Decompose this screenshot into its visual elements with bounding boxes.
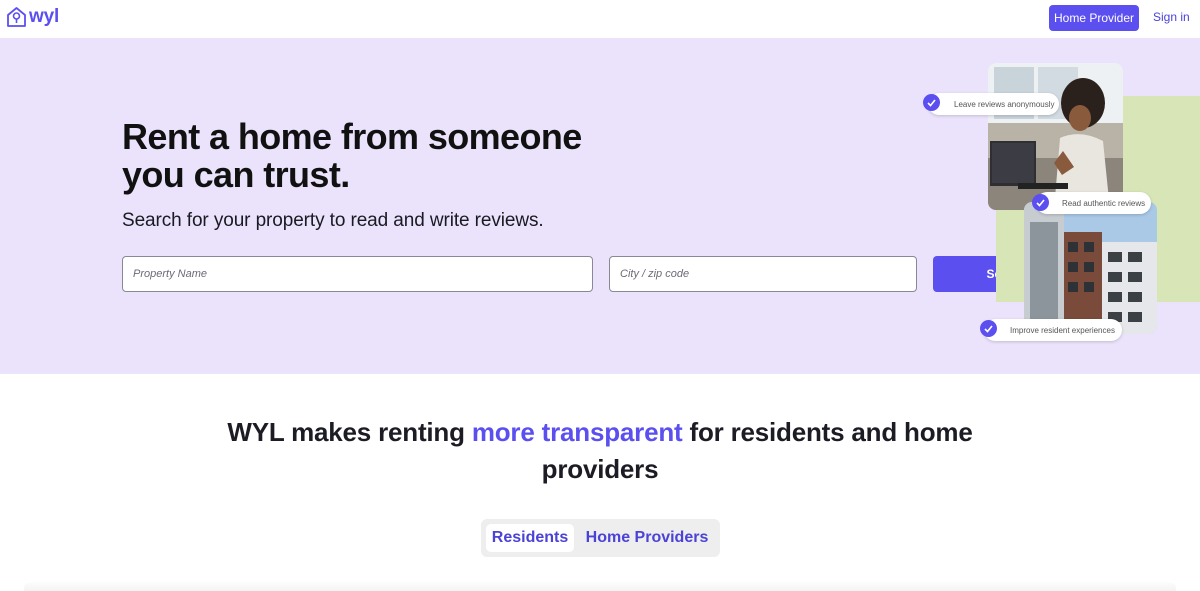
tab-residents[interactable]: Residents xyxy=(486,524,574,552)
badge-leave-reviews: Leave reviews anonymously xyxy=(928,93,1059,115)
badge-label: Read authentic reviews xyxy=(1062,198,1146,208)
badge-improve-experiences: Improve resident experiences xyxy=(984,319,1122,341)
badge-label: Leave reviews anonymously xyxy=(954,99,1055,109)
sign-in-link[interactable]: Sign in xyxy=(1153,10,1190,24)
hero-title: Rent a home from someone you can trust. xyxy=(122,116,582,195)
hero-section: Rent a home from someone you can trust. … xyxy=(0,38,1200,374)
photo-woman-laptop xyxy=(988,63,1123,210)
home-provider-button[interactable]: Home Provider xyxy=(1049,5,1139,31)
city-zip-input[interactable] xyxy=(609,256,917,292)
logo-text: wyl xyxy=(29,6,60,27)
section-title-accent: more transparent xyxy=(471,417,683,447)
check-icon xyxy=(1032,194,1049,211)
badge-read-reviews: Read authentic reviews xyxy=(1036,192,1151,214)
photo-buildings xyxy=(1024,202,1157,334)
property-name-input[interactable] xyxy=(122,256,593,292)
badge-label: Improve resident experiences xyxy=(1010,325,1115,335)
check-icon xyxy=(923,94,940,111)
section-title-start: WYL makes renting xyxy=(227,417,472,447)
next-section-edge xyxy=(24,582,1176,591)
section-title: WYL makes renting more transparent for r… xyxy=(200,414,1000,488)
audience-tabs: Residents Home Providers xyxy=(481,519,720,557)
check-icon xyxy=(980,320,997,337)
hero-subtitle: Search for your property to read and wri… xyxy=(122,210,544,231)
tab-home-providers[interactable]: Home Providers xyxy=(581,524,713,552)
top-nav: wyl Home Provider Sign in xyxy=(0,0,1200,38)
house-pin-logo-icon xyxy=(7,7,26,27)
logo[interactable]: wyl xyxy=(6,6,59,28)
